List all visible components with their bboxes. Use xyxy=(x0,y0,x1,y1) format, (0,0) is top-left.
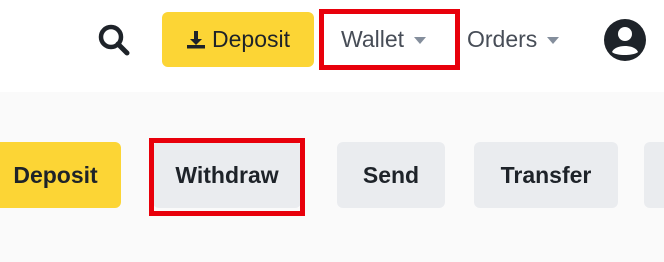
header-deposit-button[interactable]: Deposit xyxy=(162,12,314,67)
nav-wallet[interactable]: Wallet xyxy=(341,12,427,67)
send-button-label: Send xyxy=(362,161,420,188)
withdraw-button-label: Withdraw xyxy=(175,161,279,188)
send-button[interactable]: Send xyxy=(337,142,445,208)
account-avatar-button[interactable] xyxy=(603,18,647,62)
chevron-down-icon xyxy=(414,37,427,44)
header-deposit-label: Deposit xyxy=(212,26,290,52)
nav-orders-label: Orders xyxy=(467,26,538,52)
deposit-button[interactable]: Deposit xyxy=(0,142,121,208)
transfer-button-label: Transfer xyxy=(500,161,592,188)
deposit-button-label: Deposit xyxy=(13,161,98,188)
chevron-down-icon xyxy=(547,37,560,44)
more-action-button[interactable] xyxy=(644,142,664,208)
top-nav-bar: Deposit Wallet Orders xyxy=(0,0,664,88)
user-circle-icon xyxy=(604,19,646,61)
transfer-button[interactable]: Transfer xyxy=(474,142,618,208)
download-icon xyxy=(187,30,205,48)
search-icon xyxy=(98,24,130,56)
search-button[interactable] xyxy=(94,20,134,60)
withdraw-button[interactable]: Withdraw xyxy=(153,142,301,208)
nav-orders[interactable]: Orders xyxy=(467,12,560,67)
nav-wallet-label: Wallet xyxy=(341,26,405,52)
